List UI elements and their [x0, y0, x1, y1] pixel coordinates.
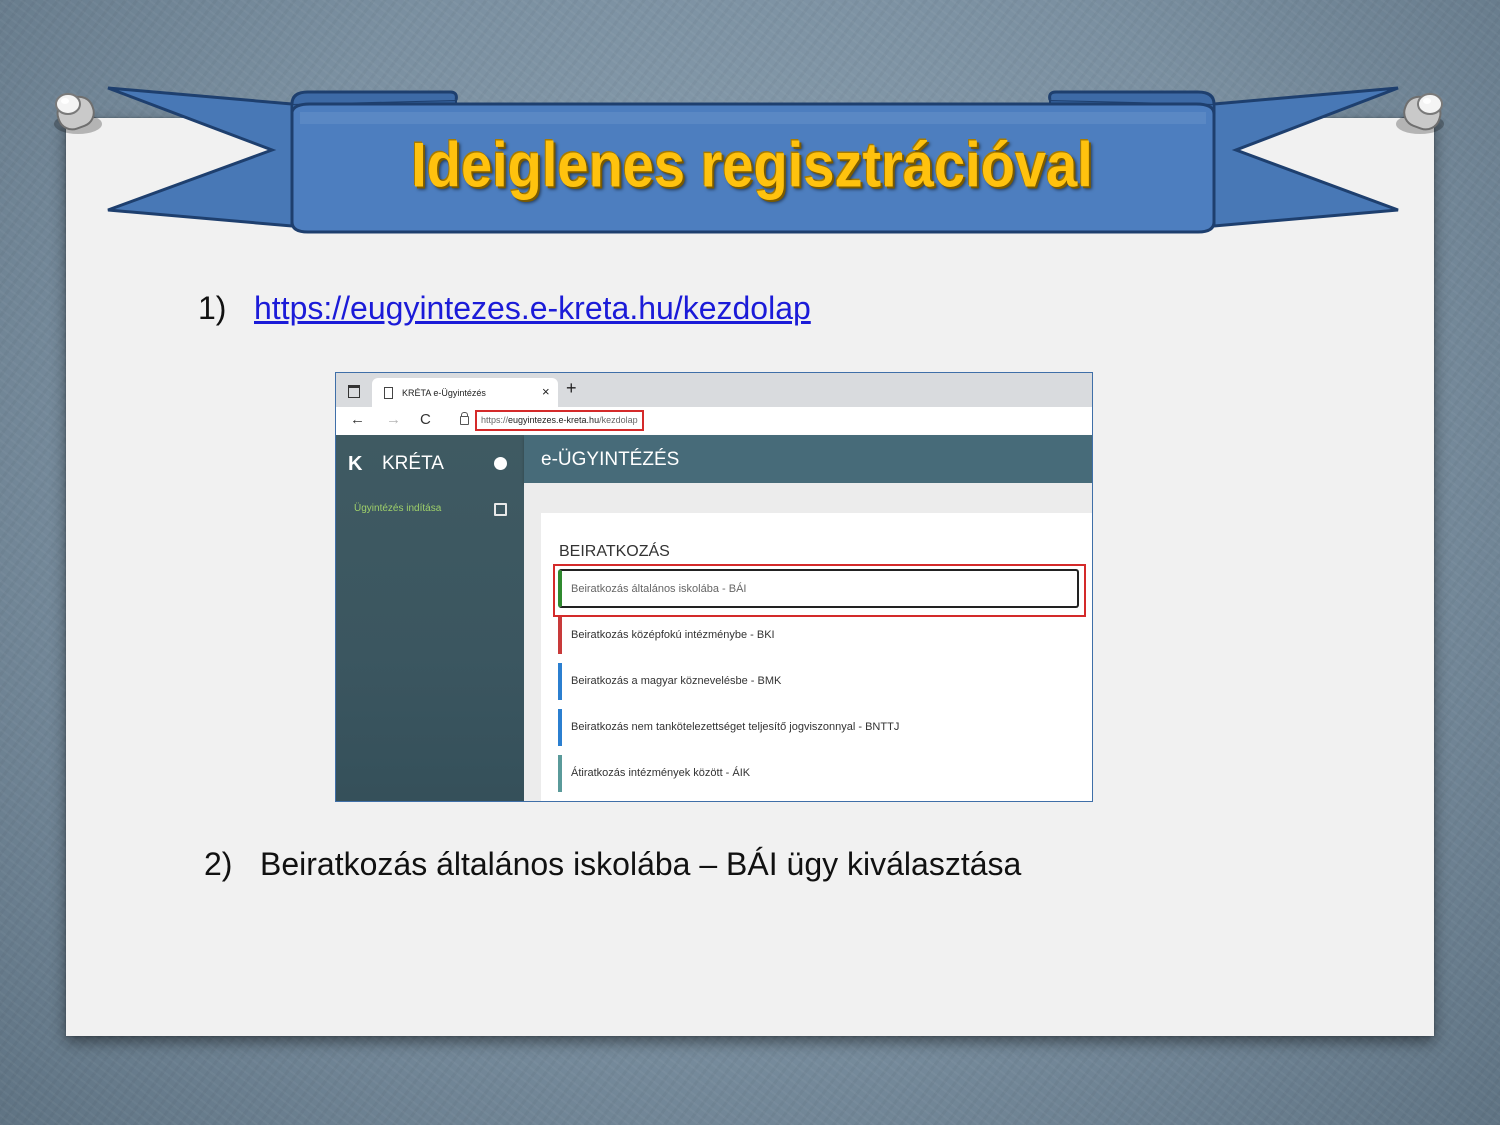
- slide-title: Ideiglenes regisztrációval: [411, 129, 1093, 200]
- step-1: 1) https://eugyintezes.e-kreta.hu/kezdola…: [198, 290, 811, 327]
- list-item[interactable]: Beiratkozás általános iskolába - BÁI: [558, 569, 1079, 608]
- step-2-number: 2): [204, 846, 233, 882]
- browser-tab-bar: KRÉTA e-Ügyintézés × +: [336, 373, 1092, 407]
- edit-icon[interactable]: [494, 503, 507, 516]
- list-item-label: Beiratkozás középfokú intézménybe - BKI: [571, 629, 775, 641]
- close-icon[interactable]: ×: [542, 384, 550, 399]
- step-1-number: 1): [198, 290, 227, 326]
- list-item[interactable]: Beiratkozás nem tankötelezettséget telje…: [558, 709, 1074, 746]
- list-item-label: Beiratkozás általános iskolába - BÁI: [571, 583, 747, 595]
- forward-arrow-icon[interactable]: →: [386, 411, 401, 428]
- app-header-title: e-ÜGYINTÉZÉS: [541, 449, 680, 470]
- step-2-text: Beiratkozás általános iskolába – BÁI ügy…: [260, 846, 1022, 882]
- brand-name: KRÉTA: [382, 453, 444, 474]
- section-title: BEIRATKOZÁS: [559, 543, 670, 560]
- address-input[interactable]: https://eugyintezes.e-kreta.hu/kezdolap: [475, 410, 644, 431]
- tab-label: KRÉTA e-Ügyintézés: [402, 388, 486, 398]
- list-item[interactable]: Beiratkozás a magyar köznevelésbe - BMK: [558, 663, 1074, 700]
- app-sidebar: K KRÉTA Ügyintézés indítása: [336, 435, 524, 801]
- pushpin-icon: [54, 93, 102, 134]
- list-item-label: Beiratkozás a magyar köznevelésbe - BMK: [571, 675, 782, 687]
- new-tab-button[interactable]: +: [566, 378, 577, 399]
- list-item-label: Átiratkozás intézmények között - ÁIK: [571, 767, 751, 779]
- back-arrow-icon[interactable]: ←: [350, 411, 365, 428]
- enrollment-card: BEIRATKOZÁS Beiratkozás általános iskolá…: [541, 513, 1092, 801]
- app-header: e-ÜGYINTÉZÉS: [524, 435, 1092, 483]
- address-bar-row: ← → C https://eugyintezes.e-kreta.hu/kez…: [336, 407, 1092, 436]
- kreta-url-link[interactable]: https://eugyintezes.e-kreta.hu/kezdolap: [254, 290, 811, 326]
- page-icon: [384, 387, 393, 399]
- list-item[interactable]: Beiratkozás középfokú intézménybe - BKI: [558, 617, 1074, 654]
- window-icon: [348, 385, 360, 398]
- status-dot-icon[interactable]: [494, 457, 507, 470]
- step-2: 2) Beiratkozás általános iskolába – BÁI ü…: [204, 846, 1021, 883]
- sidebar-item-start-case[interactable]: Ügyintézés indítása: [354, 503, 441, 514]
- kreta-logo-icon: K: [348, 453, 363, 475]
- pushpin-icon: [1396, 93, 1444, 134]
- list-item[interactable]: Átiratkozás intézmények között - ÁIK: [558, 755, 1074, 792]
- reload-icon[interactable]: C: [420, 411, 431, 428]
- browser-tab[interactable]: KRÉTA e-Ügyintézés ×: [372, 378, 558, 407]
- embedded-screenshot: KRÉTA e-Ügyintézés × + ← → C https://eug…: [335, 372, 1093, 802]
- list-item-label: Beiratkozás nem tankötelezettséget telje…: [571, 721, 900, 733]
- lock-icon: [460, 412, 469, 425]
